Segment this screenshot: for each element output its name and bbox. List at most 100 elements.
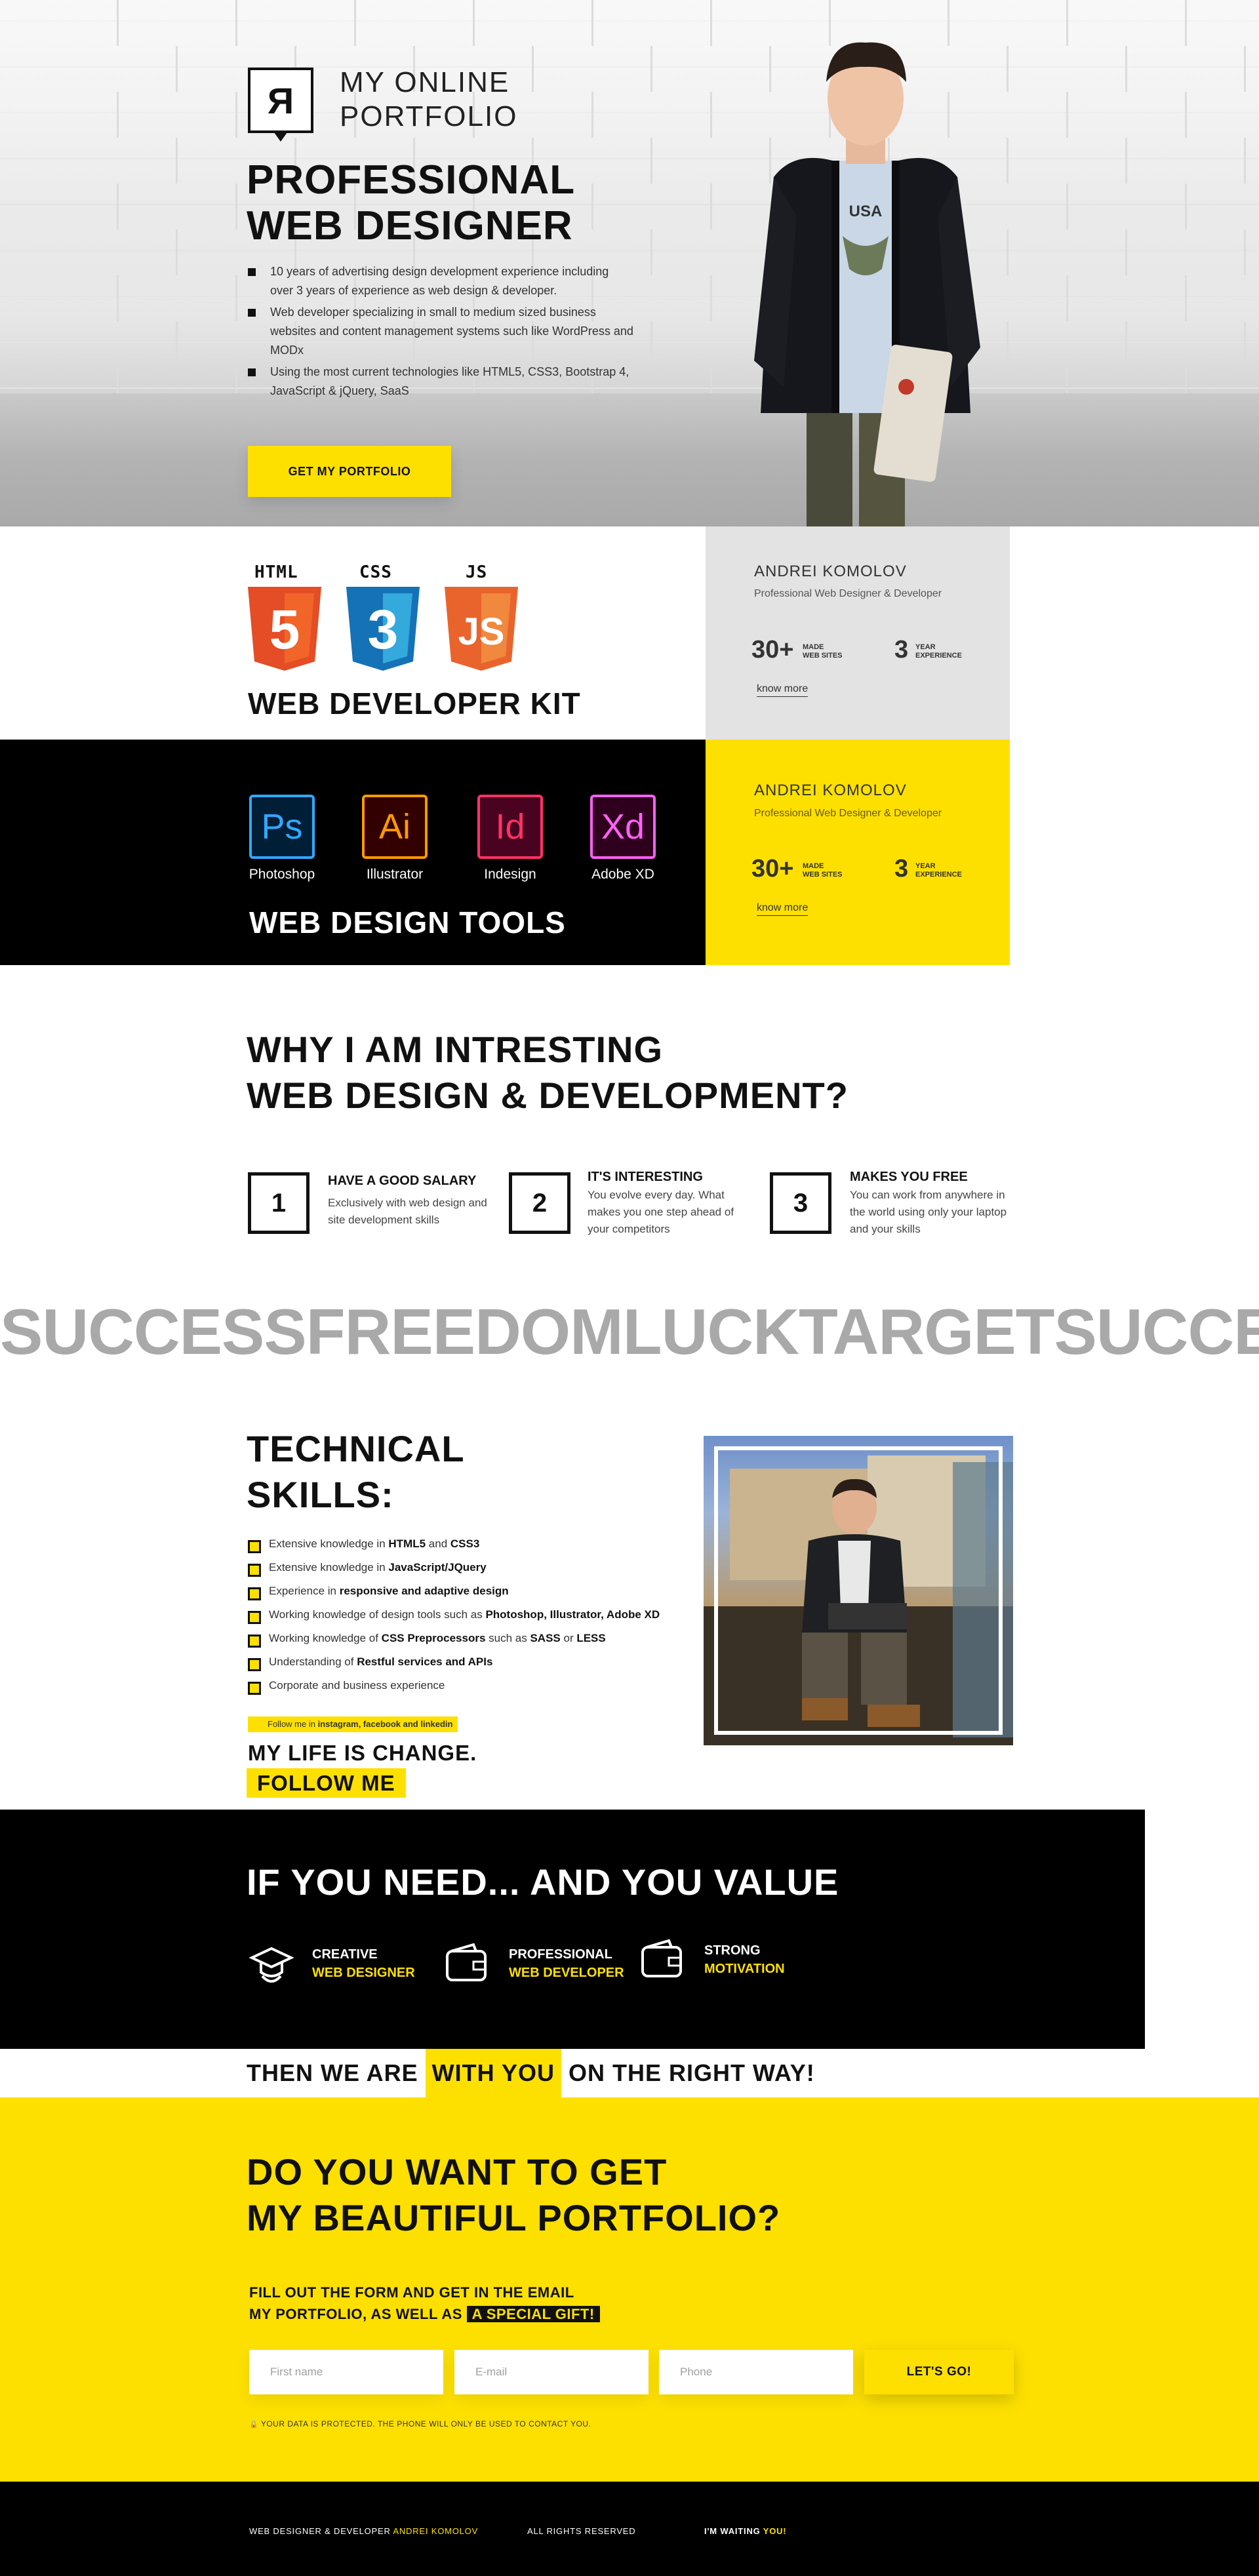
websites-label-2: WEB SITES	[803, 871, 843, 879]
hero-bullet: Using the most current technologies like…	[248, 363, 635, 401]
need-item-label: CREATIVE	[312, 1947, 378, 1962]
then-pre: THEN WE ARE	[247, 2059, 426, 2086]
footer-credit-text: WEB DESIGNER & DEVELOPER	[249, 2526, 393, 2536]
tech-title-line-1: TECHNICAL	[247, 1428, 465, 1469]
skill-item: Extensive knowledge in HTML5 and CSS3	[248, 1532, 660, 1556]
form-lead: FILL OUT THE FORM AND GET IN THE EMAIL M…	[249, 2282, 600, 2325]
years-count: 3	[894, 636, 909, 664]
word-ticker: SUCCESSFREEDOMLUCKTARGETSUCCESSFREEDOM	[0, 1296, 1259, 1368]
then-tagline: THEN WE ARE WITH YOU ON THE RIGHT WAY!	[247, 2049, 815, 2097]
adobe-xd-icon: Xd	[590, 795, 656, 859]
card-subtitle: Professional Web Designer & Developer	[754, 808, 942, 819]
need-title: IF YOU NEED... AND YOU VALUE	[247, 1861, 839, 1903]
logo-text: MY ONLINE PORTFOLIO	[340, 66, 517, 134]
follow-tag-networks: instagram, facebook and linkedin	[317, 1719, 453, 1729]
footer-author: ANDREI KOMOLOV	[393, 2526, 479, 2536]
skill-item: Experience in responsive and adaptive de…	[248, 1579, 660, 1603]
why-number: 1	[271, 1188, 287, 1218]
why-number: 2	[532, 1188, 548, 1218]
photoshop-icon: Ps	[249, 795, 315, 859]
websites-count: 30+	[751, 636, 794, 664]
footer-waiting-highlight: YOU!	[763, 2526, 787, 2536]
logo-letter: Я	[267, 79, 294, 121]
why-title: WHY I AM INTRESTING WEB DESIGN & DEVELOP…	[247, 1027, 849, 1119]
why-number: 3	[793, 1188, 809, 1218]
why-number-box: 2	[509, 1172, 570, 1234]
hero-title-line-1: PROFESSIONAL	[247, 157, 576, 203]
adobe-xd-glyph: Xd	[601, 807, 645, 846]
profile-card	[706, 526, 1010, 740]
get-portfolio-button[interactable]: GET MY PORTFOLIO	[248, 446, 451, 497]
need-item-label: PROFESSIONAL	[509, 1947, 612, 1962]
hero-title: PROFESSIONAL WEB DESIGNER	[247, 157, 575, 249]
know-more-link[interactable]: know more	[757, 902, 809, 916]
indesign-glyph: Id	[495, 807, 525, 846]
websites-label-2: WEB SITES	[803, 652, 843, 660]
form-title: DO YOU WANT TO GET MY BEAUTIFUL PORTFOLI…	[247, 2149, 780, 2241]
years-label: YEAR EXPERIENCE	[915, 862, 962, 879]
floor	[0, 393, 1259, 526]
wallet-icon	[446, 1943, 487, 1981]
then-highlight: WITH YOU	[425, 2049, 562, 2097]
why-heading: MAKES YOU FREE	[850, 1170, 968, 1184]
why-text: You evolve every day. What makes you one…	[588, 1189, 734, 1235]
follow-tag[interactable]: Follow me in instagram, facebook and lin…	[248, 1716, 458, 1732]
tech-title-line-2: SKILLS:	[247, 1474, 394, 1515]
logo-line-1: MY ONLINE	[340, 66, 510, 98]
websites-label-1: MADE	[803, 643, 824, 651]
lets-go-button[interactable]: LET'S GO!	[864, 2350, 1014, 2394]
why-text: You can work from anywhere in the world …	[850, 1189, 1007, 1235]
then-post: ON THE RIGHT WAY!	[561, 2059, 815, 2086]
footer-waiting: I'M WAITING YOU!	[704, 2526, 786, 2536]
follow-tag-text: Follow me in	[268, 1719, 318, 1729]
footer-credit: WEB DESIGNER & DEVELOPER ANDREI KOMOLOV	[249, 2526, 478, 2536]
logo-icon[interactable]: Я	[248, 68, 313, 133]
form-title-line-2: MY BEAUTIFUL PORTFOLIO?	[247, 2197, 781, 2238]
need-item-value: MOTIVATION	[704, 1962, 785, 1976]
indesign-icon: Id	[477, 795, 543, 859]
special-gift-badge: A SPECIAL GIFT!	[466, 2306, 600, 2322]
css-badge-label: CSS	[359, 563, 392, 582]
card-name: ANDREI KOMOLOV	[754, 563, 907, 580]
illustrator-icon: Ai	[362, 795, 428, 859]
skill-item: Corporate and business experience	[248, 1674, 660, 1697]
hero-bullet: 10 years of advertising design developme…	[248, 262, 635, 300]
years-label-2: EXPERIENCE	[915, 871, 962, 879]
know-more-link[interactable]: know more	[757, 683, 809, 697]
websites-label-1: MADE	[803, 862, 824, 870]
profile-photo	[704, 1436, 1013, 1745]
follow-me-button[interactable]: FOLLOW ME	[247, 1768, 406, 1798]
why-number-box: 1	[248, 1172, 310, 1234]
css3-icon: 3	[346, 587, 420, 671]
first-name-input[interactable]	[249, 2350, 443, 2394]
laptop-sticker	[898, 379, 914, 395]
need-item-value: WEB DEVELOPER	[509, 1966, 624, 1980]
years-label-1: YEAR	[915, 862, 936, 870]
skill-item: Working knowledge of CSS Preprocessors s…	[248, 1627, 660, 1650]
graduate-icon	[249, 1947, 294, 1983]
css3-glyph: 3	[368, 599, 399, 660]
lock-icon: 🔒	[249, 2421, 259, 2428]
phone-input[interactable]	[659, 2350, 853, 2394]
brick-row	[0, 92, 1259, 138]
footer-rights: ALL RIGHTS RESERVED	[527, 2526, 636, 2536]
profile-card-yellow	[706, 740, 1010, 965]
form-lead-line-1: FILL OUT THE FORM AND GET IN THE EMAIL	[249, 2284, 574, 2301]
form-lead-line-2: MY PORTFOLIO, AS WELL AS	[249, 2306, 467, 2322]
websites-count: 30+	[751, 855, 794, 882]
js-icon: JS	[445, 587, 518, 671]
brick-row	[0, 46, 1259, 92]
email-input[interactable]	[454, 2350, 649, 2394]
why-text: Exclusively with web design and site dev…	[328, 1197, 487, 1226]
form-title-line-1: DO YOU WANT TO GET	[247, 2151, 668, 2192]
privacy-text: YOUR DATA IS PROTECTED. THE PHONE WILL O…	[260, 2419, 591, 2428]
photo-frame	[714, 1446, 1003, 1735]
why-title-line-1: WHY I AM INTRESTING	[247, 1029, 663, 1070]
websites-label: MADE WEB SITES	[803, 862, 843, 879]
why-title-line-2: WEB DESIGN & DEVELOPMENT?	[247, 1075, 849, 1116]
js-badge-label: JS	[466, 563, 488, 582]
wallet-icon	[641, 1939, 682, 1977]
adobe-xd-label: Adobe XD	[591, 867, 654, 882]
years-count: 3	[894, 855, 909, 882]
hero-bullets: 10 years of advertising design developme…	[248, 262, 635, 403]
